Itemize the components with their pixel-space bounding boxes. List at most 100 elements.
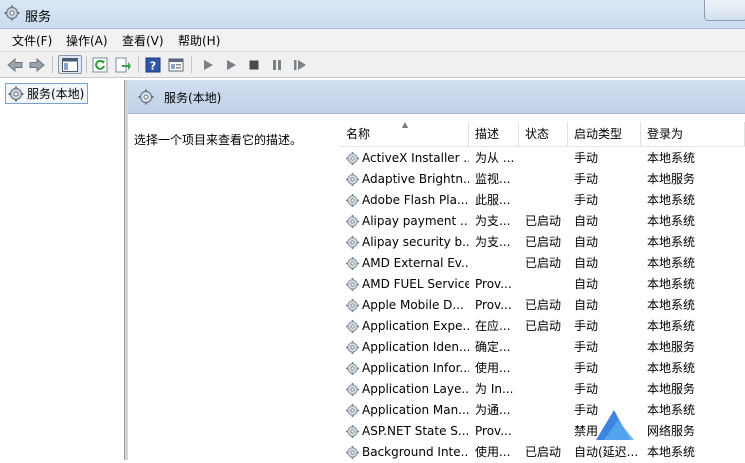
- menu-view[interactable]: 查看(V): [122, 32, 164, 49]
- cell-startup-type: 自动: [574, 277, 599, 291]
- table-row[interactable]: Application Man... 为通... 手动 本地系统: [340, 400, 745, 421]
- cell-logon-as: 本地系统: [647, 298, 696, 312]
- cell-startup-type: 自动: [574, 256, 599, 270]
- cell-startup-type: 手动: [574, 193, 599, 207]
- cell-startup-type: 禁用: [574, 424, 599, 438]
- cell-status: [525, 379, 568, 400]
- menu-help[interactable]: 帮助(H): [178, 32, 220, 49]
- properties-view-icon[interactable]: [166, 55, 186, 74]
- table-row[interactable]: Adaptive Brightn... 监视... 手动 本地服务: [340, 169, 745, 190]
- menu-action[interactable]: 操作(A): [66, 32, 108, 49]
- menu-bar: 文件(F) 操作(A) 查看(V) 帮助(H): [0, 29, 745, 52]
- cell-status: [525, 358, 568, 379]
- cell-description: 为从 ...: [475, 151, 515, 165]
- cell-startup-type: 自动: [574, 214, 599, 228]
- panel-body: 选择一个项目来查看它的描述。 ▲ 名称 描述 状态 启动类型 登录为 Activ…: [128, 114, 745, 460]
- cell-status: 已启动: [525, 298, 562, 312]
- panel-title: 服务(本地): [164, 91, 222, 105]
- table-row[interactable]: Alipay payment ... 为支... 已启动 自动 本地系统: [340, 211, 745, 232]
- cell-name: Apple Mobile D...: [362, 298, 464, 312]
- service-gear-icon: [345, 277, 360, 292]
- back-icon[interactable]: [5, 55, 25, 74]
- table-row[interactable]: Adobe Flash Pla... 此服... 手动 本地系统: [340, 190, 745, 211]
- export-list-icon[interactable]: [113, 55, 133, 74]
- cell-name: Application Expe...: [362, 319, 469, 333]
- cell-name: Application Man...: [362, 403, 469, 417]
- cell-status: [525, 400, 568, 421]
- cell-name: Alipay security b...: [362, 235, 469, 249]
- service-gear-icon: [345, 340, 360, 355]
- refresh-icon[interactable]: [90, 55, 110, 74]
- pause-service-icon[interactable]: [267, 55, 287, 74]
- column-header-name[interactable]: ▲ 名称: [340, 122, 469, 146]
- cell-status: [525, 337, 568, 358]
- tree-item-services-local[interactable]: 服务(本地): [5, 83, 89, 104]
- cell-logon-as: 本地系统: [647, 193, 696, 207]
- column-header-description[interactable]: 描述: [469, 122, 519, 146]
- cell-name: ASP.NET State S...: [362, 424, 469, 438]
- table-row[interactable]: AMD FUEL Service Prov... 自动 本地系统: [340, 274, 745, 295]
- tree-item-label: 服务(本地): [27, 87, 85, 101]
- cell-logon-as: 本地系统: [647, 235, 696, 249]
- window-minimize-button[interactable]: [704, 0, 745, 21]
- cell-name: AMD FUEL Service: [362, 277, 469, 291]
- cell-status: 已启动: [525, 214, 562, 228]
- service-gear-icon: [345, 361, 360, 376]
- cell-name: Adaptive Brightn...: [362, 172, 469, 186]
- cell-description: 监视...: [475, 172, 511, 186]
- service-gear-icon: [345, 403, 360, 418]
- table-row[interactable]: Application Laye... 为 In... 手动 本地服务: [340, 379, 745, 400]
- cell-description: 为通...: [475, 403, 511, 417]
- cell-logon-as: 本地服务: [647, 382, 696, 396]
- cell-description: 为支...: [475, 235, 511, 249]
- column-header-logon-as[interactable]: 登录为: [641, 122, 745, 146]
- cell-status: 已启动: [525, 256, 562, 270]
- service-gear-icon: [345, 445, 360, 460]
- table-row[interactable]: Apple Mobile D... Prov... 已启动 自动 本地系统: [340, 295, 745, 316]
- help-icon[interactable]: ?: [143, 55, 163, 74]
- resume-service-icon[interactable]: [290, 55, 310, 74]
- toolbar: ?: [0, 52, 745, 78]
- cell-startup-type: 手动: [574, 403, 599, 417]
- panel-header: 服务(本地): [128, 80, 745, 114]
- cell-startup-type: 手动: [574, 340, 599, 354]
- cell-logon-as: 网络服务: [647, 424, 696, 438]
- cell-status: [525, 190, 568, 211]
- cell-status: 已启动: [525, 319, 562, 333]
- services-gear-icon: [8, 86, 24, 101]
- menu-file[interactable]: 文件(F): [12, 32, 52, 49]
- start-service-alt-icon[interactable]: [221, 55, 241, 74]
- cell-description: 为 In...: [475, 382, 514, 396]
- table-row[interactable]: ASP.NET State S... Prov... 禁用 网络服务: [340, 421, 745, 442]
- cell-logon-as: 本地服务: [647, 172, 696, 186]
- service-gear-icon: [345, 382, 360, 397]
- cell-logon-as: 本地系统: [647, 151, 696, 165]
- start-service-icon[interactable]: [198, 55, 218, 74]
- service-gear-icon: [345, 235, 360, 250]
- stop-service-icon[interactable]: [244, 55, 264, 74]
- column-header-startup-type[interactable]: 启动类型: [568, 122, 641, 146]
- show-hide-console-tree-icon[interactable]: [58, 55, 82, 74]
- forward-icon[interactable]: [27, 55, 47, 74]
- table-row[interactable]: Application Infor... 使用... 手动 本地系统: [340, 358, 745, 379]
- description-prompt: 选择一个项目来查看它的描述。: [134, 133, 303, 147]
- table-row[interactable]: ActiveX Installer ... 为从 ... 手动 本地系统: [340, 148, 745, 169]
- table-row[interactable]: Application Iden... 确定... 手动 本地服务: [340, 337, 745, 358]
- service-gear-icon: [345, 172, 360, 187]
- table-row[interactable]: AMD External Ev... 已启动 自动 本地系统: [340, 253, 745, 274]
- cell-description: 确定...: [475, 340, 511, 354]
- cell-description: 为支...: [475, 214, 511, 228]
- cell-startup-type: 手动: [574, 382, 599, 396]
- console-tree: 服务(本地): [0, 80, 125, 460]
- list-header: ▲ 名称 描述 状态 启动类型 登录为: [340, 122, 745, 147]
- cell-status: [525, 274, 568, 295]
- cell-status: [525, 148, 568, 169]
- table-row[interactable]: Alipay security b... 为支... 已启动 自动 本地系统: [340, 232, 745, 253]
- cell-startup-type: 手动: [574, 319, 599, 333]
- cell-description: Prov...: [475, 424, 512, 438]
- table-row[interactable]: Application Expe... 在应... 已启动 手动 本地系统: [340, 316, 745, 337]
- cell-logon-as: 本地系统: [647, 214, 696, 228]
- cell-logon-as: 本地系统: [647, 361, 696, 375]
- column-header-status[interactable]: 状态: [519, 122, 568, 146]
- cell-startup-type: 手动: [574, 151, 599, 165]
